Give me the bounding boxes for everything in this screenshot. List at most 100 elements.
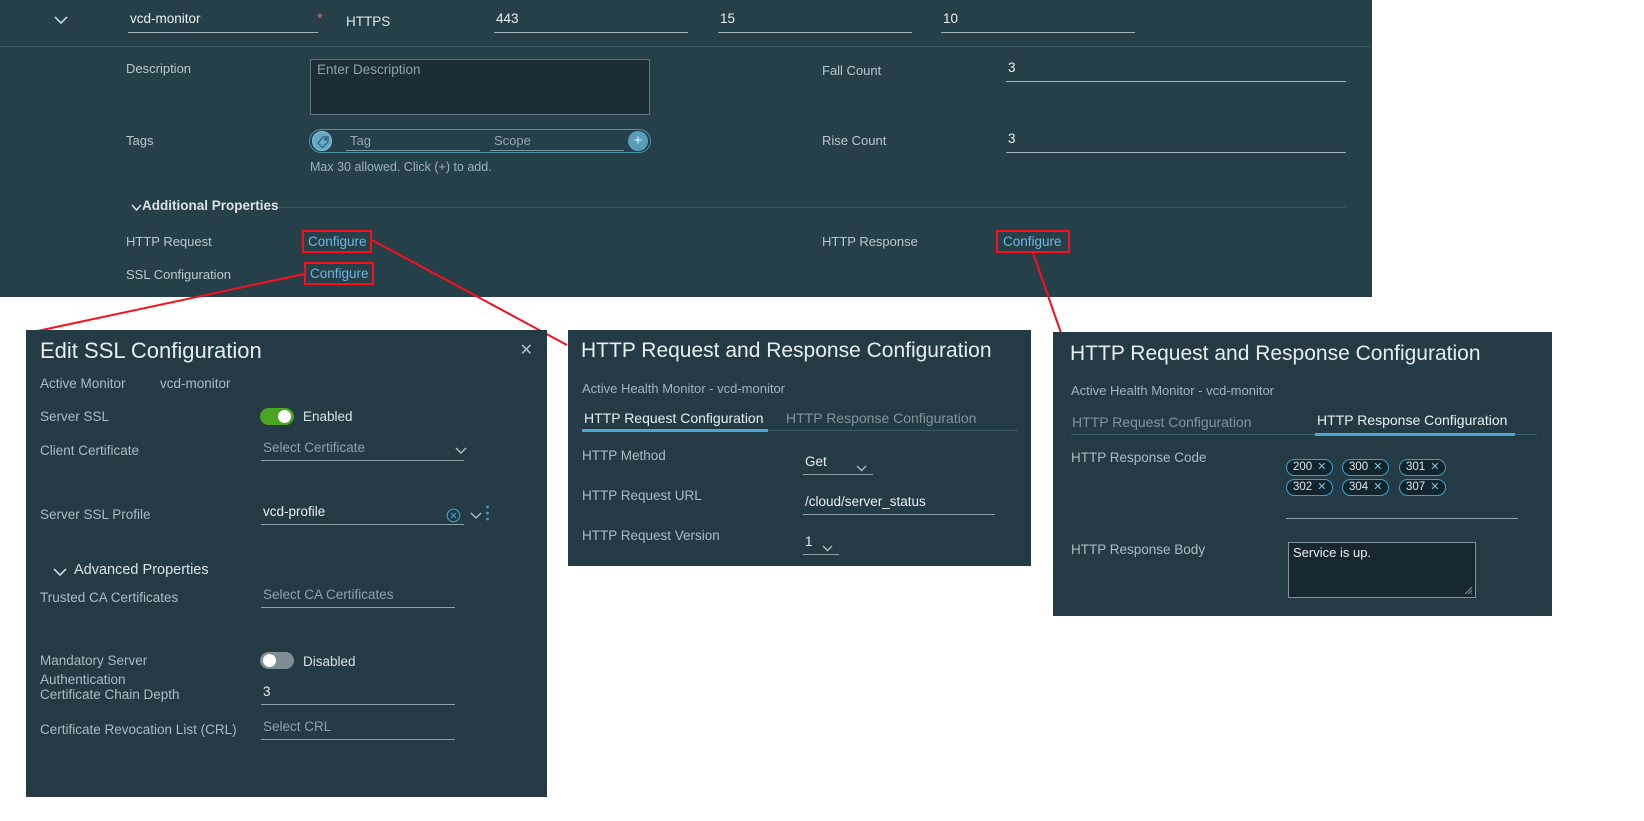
close-icon[interactable]: ✕: [1430, 481, 1439, 493]
toggle-knob: [278, 410, 291, 423]
server-ssl-label: Server SSL: [40, 409, 110, 424]
server-ssl-profile-label: Server SSL Profile: [40, 507, 151, 522]
response-body-value: Service is up.: [1293, 545, 1372, 560]
server-ssl-state: Enabled: [303, 409, 353, 424]
tag-icon: [312, 131, 332, 151]
tab-http-response-configuration[interactable]: HTTP Response Configuration: [1317, 412, 1507, 428]
mandatory-auth-toggle[interactable]: [260, 652, 294, 669]
response-code-chip-label: 304: [1349, 481, 1369, 493]
response-code-chip-label: 301: [1406, 461, 1426, 473]
trusted-ca-label: Trusted CA Certificates: [40, 590, 179, 605]
mandatory-auth-label-line2: Authentication: [40, 672, 126, 687]
row-collapse-chevron-down-icon[interactable]: [52, 14, 70, 29]
description-placeholder: Enter Description: [317, 62, 421, 77]
response-code-chip[interactable]: 302 ✕: [1286, 479, 1334, 496]
interval-input[interactable]: 15: [718, 11, 912, 33]
http-method-chevron-down-icon[interactable]: [855, 459, 868, 477]
http-response-configuration-dialog: HTTP Request and Response Configuration …: [1053, 332, 1552, 616]
response-code-chip[interactable]: 200 ✕: [1286, 459, 1334, 476]
additional-properties-divider: [278, 207, 1346, 208]
required-marker: *: [317, 10, 323, 27]
response-code-label: HTTP Response Code: [1071, 450, 1207, 465]
mandatory-auth-state: Disabled: [303, 654, 356, 669]
response-dialog-subtitle: Active Health Monitor - vcd-monitor: [1071, 383, 1275, 398]
http-response-label: HTTP Response: [822, 234, 918, 249]
close-icon[interactable]: ✕: [1373, 481, 1382, 493]
http-request-url-input[interactable]: /cloud/server_status: [803, 494, 995, 515]
scope-input[interactable]: Scope: [490, 133, 624, 151]
chain-depth-label: Certificate Chain Depth: [40, 687, 180, 702]
response-code-chip[interactable]: 307 ✕: [1399, 479, 1447, 496]
protocol-value: HTTPS: [346, 14, 391, 29]
response-code-underline: [1286, 518, 1518, 519]
close-icon[interactable]: ✕: [520, 343, 533, 359]
active-monitor-form-panel: vcd-monitor * HTTPS 443 15 10 Descriptio…: [0, 0, 1372, 297]
trusted-ca-select[interactable]: Select CA Certificates: [261, 587, 455, 608]
response-code-chip-label: 300: [1349, 461, 1369, 473]
client-certificate-select[interactable]: Select Certificate: [261, 440, 464, 461]
tab-http-response-configuration[interactable]: HTTP Response Configuration: [786, 410, 976, 426]
toggle-knob: [263, 654, 276, 667]
tab-http-request-configuration[interactable]: HTTP Request Configuration: [1072, 414, 1252, 430]
server-ssl-toggle[interactable]: [260, 408, 294, 425]
close-icon[interactable]: ✕: [1430, 461, 1439, 473]
active-monitor-value: vcd-monitor: [160, 376, 231, 391]
client-certificate-chevron-down-icon[interactable]: [454, 444, 468, 458]
annotation-box-http-request: [302, 230, 372, 253]
section-divider: [0, 46, 1372, 47]
response-body-label: HTTP Response Body: [1071, 542, 1206, 557]
active-tab-indicator: [582, 429, 768, 432]
http-request-version-chevron-down-icon[interactable]: [821, 539, 834, 557]
server-ssl-profile-chevron-down-icon[interactable]: [469, 509, 483, 523]
tags-label: Tags: [126, 133, 154, 148]
rise-count-input[interactable]: 3: [1006, 131, 1346, 153]
advanced-properties-label: Advanced Properties: [74, 562, 209, 578]
timeout-input[interactable]: 10: [941, 11, 1135, 33]
response-dialog-title: HTTP Request and Response Configuration: [1070, 342, 1481, 365]
client-certificate-label: Client Certificate: [40, 443, 140, 458]
plus-circle-icon[interactable]: +: [628, 131, 648, 151]
response-code-chip-label: 302: [1293, 481, 1313, 493]
fall-count-input[interactable]: 3: [1006, 60, 1346, 82]
annotation-box-http-response: [996, 230, 1070, 253]
request-dialog-title: HTTP Request and Response Configuration: [581, 339, 992, 362]
monitor-name-input[interactable]: vcd-monitor: [128, 11, 318, 33]
crl-select[interactable]: Select CRL: [261, 719, 455, 740]
active-monitor-label: Active Monitor: [40, 376, 126, 391]
mandatory-auth-label-line1: Mandatory Server: [40, 653, 148, 668]
http-request-url-label: HTTP Request URL: [582, 488, 702, 503]
crl-label: Certificate Revocation List (CRL): [40, 722, 237, 737]
clear-circle-icon[interactable]: [446, 508, 461, 528]
tags-hint: Max 30 allowed. Click (+) to add.: [310, 160, 492, 174]
server-ssl-profile-select[interactable]: vcd-profile: [261, 504, 464, 525]
http-request-configuration-dialog: HTTP Request and Response Configuration …: [568, 330, 1031, 566]
rise-count-label: Rise Count: [822, 133, 887, 148]
close-icon[interactable]: ✕: [1317, 461, 1326, 473]
resize-grip-icon[interactable]: [1464, 586, 1473, 595]
additional-properties-label: Additional Properties: [142, 198, 279, 213]
response-code-chip[interactable]: 304 ✕: [1342, 479, 1390, 496]
description-label: Description: [126, 61, 192, 76]
http-method-label: HTTP Method: [582, 448, 666, 463]
annotation-box-ssl-configuration: [304, 262, 374, 285]
response-code-chip-label: 307: [1406, 481, 1426, 493]
tab-http-request-configuration[interactable]: HTTP Request Configuration: [584, 410, 764, 426]
response-body-textarea[interactable]: Service is up.: [1288, 542, 1476, 598]
kebab-menu-icon[interactable]: [485, 505, 490, 526]
ssl-dialog-title: Edit SSL Configuration: [40, 338, 262, 363]
advanced-properties-chevron-down-icon[interactable]: [52, 564, 68, 582]
response-code-chip[interactable]: 300 ✕: [1342, 459, 1390, 476]
tag-input[interactable]: Tag: [346, 133, 480, 151]
edit-ssl-configuration-dialog: Edit SSL Configuration ✕ Active Monitor …: [26, 330, 547, 797]
close-icon[interactable]: ✕: [1373, 461, 1382, 473]
ssl-configuration-label: SSL Configuration: [126, 267, 232, 282]
close-icon[interactable]: ✕: [1317, 481, 1326, 493]
response-code-chip-label: 200: [1293, 461, 1313, 473]
response-code-chip[interactable]: 301 ✕: [1399, 459, 1447, 476]
port-input[interactable]: 443: [494, 11, 688, 33]
request-dialog-subtitle: Active Health Monitor - vcd-monitor: [582, 381, 786, 396]
tags-row: Tag Scope +: [309, 129, 651, 153]
description-textarea[interactable]: Enter Description: [310, 59, 650, 115]
http-request-version-label: HTTP Request Version: [582, 528, 720, 543]
chain-depth-input[interactable]: 3: [261, 684, 455, 705]
